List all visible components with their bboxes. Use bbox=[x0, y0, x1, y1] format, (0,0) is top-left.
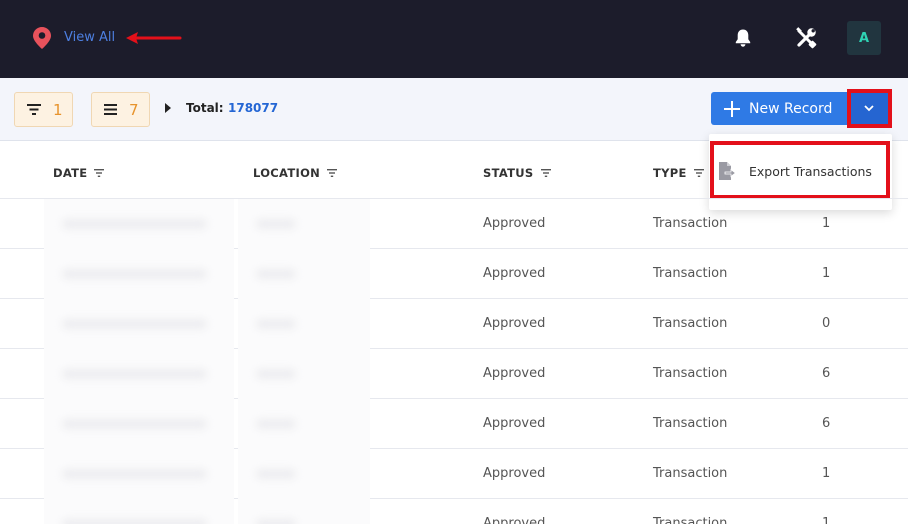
sort-icon bbox=[327, 169, 338, 177]
plus-icon bbox=[724, 100, 740, 117]
status-cell: Approved bbox=[483, 366, 546, 381]
highlight-box-dropdown-toggle bbox=[847, 89, 892, 128]
redacted-location bbox=[238, 349, 370, 399]
redacted-location bbox=[238, 249, 370, 299]
view-all-link[interactable]: View All bbox=[64, 30, 115, 45]
table-row[interactable]: Approved Transaction 6 bbox=[0, 349, 908, 399]
column-header-type[interactable]: TYPE bbox=[653, 166, 704, 180]
status-cell: Approved bbox=[483, 466, 546, 481]
menu-lines-icon bbox=[104, 104, 117, 115]
table-row[interactable]: Approved Transaction 0 bbox=[0, 299, 908, 349]
type-cell: Transaction bbox=[653, 416, 728, 431]
red-arrow-annotation bbox=[126, 32, 182, 44]
count-cell: 1 bbox=[822, 216, 831, 231]
location-pin-icon bbox=[33, 27, 51, 49]
type-cell: Transaction bbox=[653, 216, 728, 231]
redacted-date bbox=[44, 499, 234, 524]
top-navigation-bar: View All A bbox=[0, 0, 908, 78]
caret-right-icon[interactable] bbox=[164, 103, 172, 113]
total-label: Total: bbox=[186, 101, 224, 115]
status-cell: Approved bbox=[483, 416, 546, 431]
type-cell: Transaction bbox=[653, 266, 728, 281]
sort-icon bbox=[540, 169, 551, 177]
type-cell: Transaction bbox=[653, 466, 728, 481]
table-row[interactable]: Approved Transaction 1 bbox=[0, 199, 908, 249]
table-row[interactable]: Approved Transaction 1 bbox=[0, 449, 908, 499]
count-cell: 1 bbox=[822, 516, 831, 524]
columns-count: 7 bbox=[129, 100, 139, 119]
status-cell: Approved bbox=[483, 316, 546, 331]
table-row[interactable]: Approved Transaction 6 bbox=[0, 399, 908, 449]
count-cell: 6 bbox=[822, 416, 831, 431]
redacted-location bbox=[238, 299, 370, 349]
count-cell: 6 bbox=[822, 366, 831, 381]
status-cell: Approved bbox=[483, 216, 546, 231]
redacted-location bbox=[238, 499, 370, 524]
redacted-date bbox=[44, 249, 234, 299]
type-cell: Transaction bbox=[653, 366, 728, 381]
new-record-button[interactable]: New Record bbox=[711, 92, 847, 125]
sort-icon bbox=[94, 169, 105, 177]
type-cell: Transaction bbox=[653, 316, 728, 331]
filter-count: 1 bbox=[53, 100, 63, 119]
redacted-date bbox=[44, 349, 234, 399]
table-header: DATE LOCATION STATUS TYPE bbox=[0, 141, 908, 199]
redacted-location bbox=[238, 449, 370, 499]
count-cell: 1 bbox=[822, 266, 831, 281]
columns-chip[interactable]: 7 bbox=[91, 92, 150, 127]
type-cell: Transaction bbox=[653, 516, 728, 524]
tools-icon[interactable] bbox=[795, 27, 817, 49]
table-row[interactable]: Approved Transaction 1 bbox=[0, 499, 908, 524]
redacted-location bbox=[238, 399, 370, 449]
column-header-status[interactable]: STATUS bbox=[483, 166, 551, 180]
user-avatar[interactable]: A bbox=[847, 21, 881, 55]
count-cell: 1 bbox=[822, 466, 831, 481]
redacted-date bbox=[44, 449, 234, 499]
total-value: 178077 bbox=[228, 101, 279, 115]
bell-icon[interactable] bbox=[733, 28, 753, 48]
status-cell: Approved bbox=[483, 266, 546, 281]
filter-icon bbox=[27, 104, 41, 115]
redacted-date bbox=[44, 199, 234, 249]
count-cell: 0 bbox=[822, 316, 831, 331]
redacted-location bbox=[238, 199, 370, 249]
redacted-date bbox=[44, 399, 234, 449]
table-row[interactable]: Approved Transaction 1 bbox=[0, 249, 908, 299]
new-record-label: New Record bbox=[749, 100, 833, 117]
status-cell: Approved bbox=[483, 516, 546, 524]
column-header-location[interactable]: LOCATION bbox=[253, 166, 338, 180]
redacted-date bbox=[44, 299, 234, 349]
sort-icon bbox=[693, 169, 704, 177]
column-header-date[interactable]: DATE bbox=[53, 166, 105, 180]
filter-chip[interactable]: 1 bbox=[14, 92, 73, 127]
